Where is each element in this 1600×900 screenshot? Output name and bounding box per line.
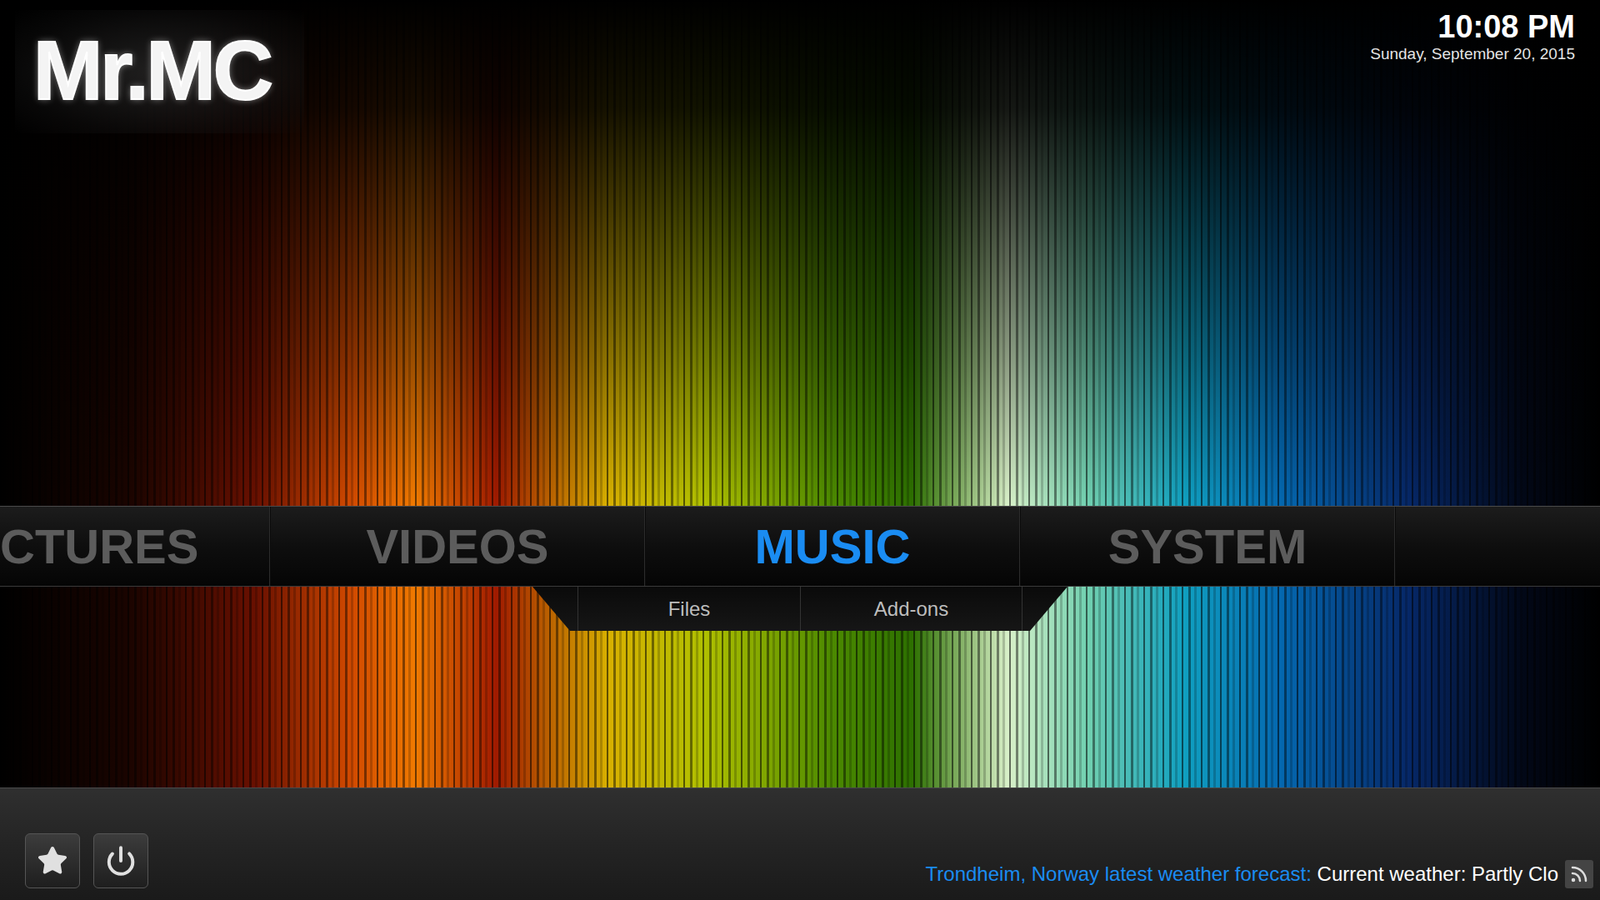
ticker-source: Trondheim, Norway latest weather forecas…: [925, 862, 1312, 885]
footer-buttons: [25, 833, 149, 889]
star-icon: [36, 845, 69, 877]
spacer: [0, 630, 1600, 788]
rss-button[interactable]: [1565, 860, 1594, 889]
rss-icon: [1569, 864, 1590, 885]
home-screen: Mr.MC 10:08 PMSunday, September 20, 2015 C…: [0, 0, 1600, 900]
power-button[interactable]: [93, 833, 149, 889]
main-menu-item[interactable]: CTURES: [0, 506, 270, 586]
rss-ticker: Trondheim, Norway latest weather forecas…: [925, 860, 1594, 889]
main-menu-item[interactable]: SYSTEM: [1020, 506, 1395, 586]
power-icon: [105, 845, 137, 877]
clock: 10:08 PMSunday, September 20, 2015: [1370, 10, 1575, 65]
main-menu: CTURESVIDEOSMUSICSYSTEM: [0, 505, 1600, 587]
clock-time: 10:08 PM: [1437, 10, 1575, 45]
logo: Mr.MC: [15, 10, 305, 134]
footer: Trondheim, Norway latest weather forecas…: [0, 787, 1600, 900]
logo-text: Mr.MC: [33, 28, 271, 112]
header: Mr.MC 10:08 PMSunday, September 20, 2015: [0, 0, 1600, 506]
clock-date: Sunday, September 20, 2015: [1370, 45, 1575, 65]
sub-menu: FilesAdd-ons: [532, 586, 1068, 631]
sub-menu-item[interactable]: Files: [577, 586, 800, 631]
sub-menu-item[interactable]: Add-ons: [800, 586, 1023, 631]
main-menu-item[interactable]: VIDEOS: [270, 506, 645, 586]
ticker-text: Current weather: Partly Clo: [1317, 862, 1559, 885]
main-menu-item[interactable]: MUSIC: [645, 506, 1020, 586]
sub-menu-wrap: FilesAdd-ons: [0, 586, 1600, 631]
favourites-button[interactable]: [25, 833, 80, 889]
